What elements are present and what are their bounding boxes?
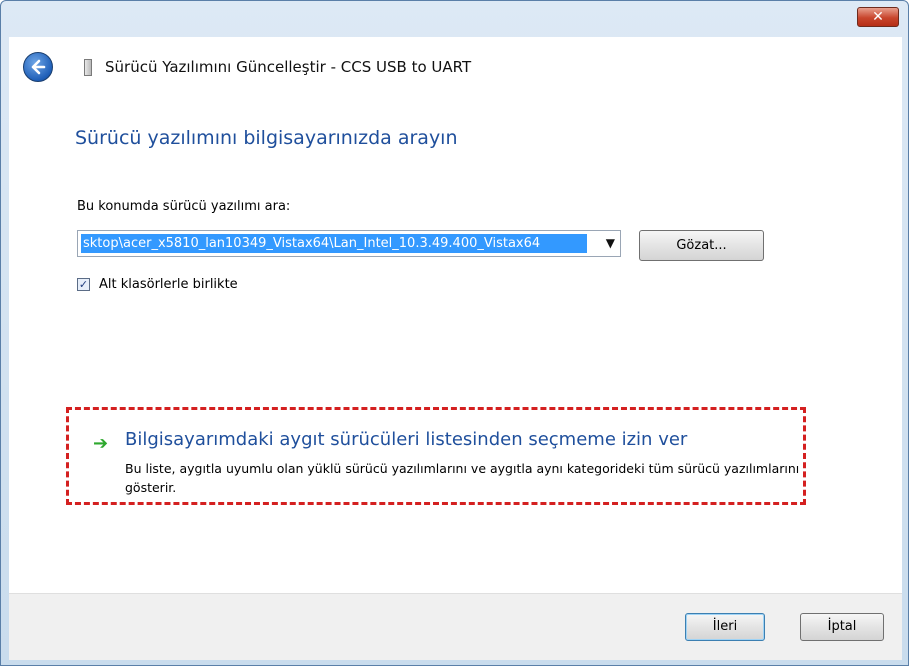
include-subfolders-checkbox[interactable]: ✓ [77, 278, 90, 291]
dropdown-arrow-icon[interactable]: ▼ [606, 236, 615, 250]
cancel-button[interactable]: İptal [800, 613, 884, 641]
back-button[interactable] [23, 52, 53, 82]
dialog-footer: İleri İptal [9, 593, 902, 660]
browse-button[interactable]: Gözat... [639, 230, 764, 261]
path-input[interactable]: sktop\acer_x5810_lan10349_Vistax64\Lan_I… [81, 234, 587, 253]
dialog-window: ✕ Sürücü Yazılımını Güncelleştir - CCS U… [0, 0, 909, 666]
device-icon [84, 59, 92, 76]
dialog-content: Sürücü yazılımını bilgisayarınızda arayı… [9, 97, 902, 593]
close-button[interactable]: ✕ [857, 7, 899, 27]
page-heading: Sürücü yazılımını bilgisayarınızda arayı… [75, 127, 458, 149]
include-subfolders-label[interactable]: Alt klasörlerle birlikte [99, 277, 238, 292]
pick-from-list-description: Bu liste, aygıtla uyumlu olan yüklü sürü… [125, 461, 800, 495]
search-location-label: Bu konumda sürücü yazılımı ara: [77, 199, 291, 214]
back-arrow-icon [31, 59, 46, 75]
pick-from-list-link[interactable]: Bilgisayarımdaki aygıt sürücüleri listes… [125, 429, 687, 450]
path-combobox[interactable]: sktop\acer_x5810_lan10349_Vistax64\Lan_I… [77, 230, 621, 257]
green-arrow-icon: ➔ [93, 433, 109, 454]
window-title: Sürücü Yazılımını Güncelleştir - CCS USB… [105, 58, 472, 76]
dialog-header: Sürücü Yazılımını Güncelleştir - CCS USB… [9, 37, 902, 97]
next-button[interactable]: İleri [685, 613, 765, 641]
